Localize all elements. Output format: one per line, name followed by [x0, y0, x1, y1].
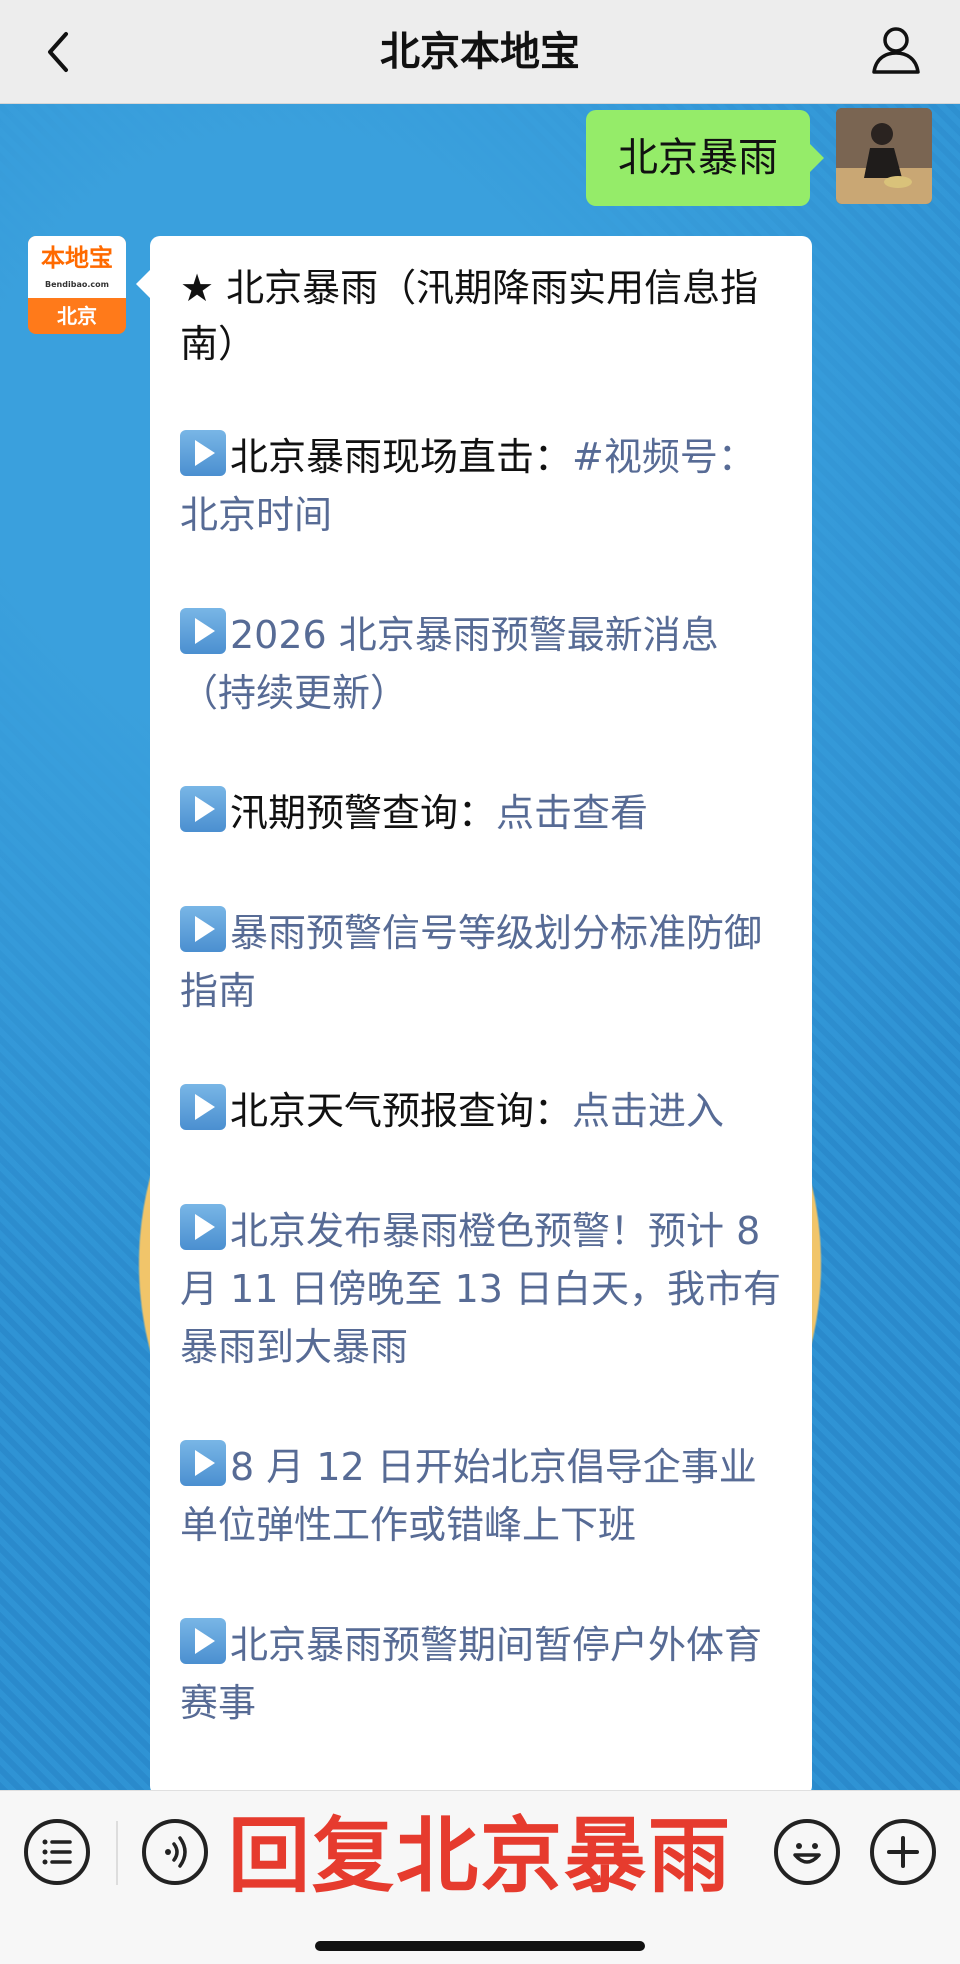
header-bar: 北京本地宝 [0, 0, 960, 104]
input-toolbar: 回复北京暴雨 [0, 1790, 960, 1964]
bot-avatar[interactable]: 本地宝 Bendibao.com 北京 [28, 236, 126, 334]
play-icon [180, 1084, 226, 1130]
list-item[interactable]: 北京发布暴雨橙色预警！预计 8 月 11 日傍晚至 13 日白天，我市有暴雨到大… [180, 1202, 782, 1376]
list-item[interactable]: 汛期预警查询：点击查看 [180, 784, 782, 842]
play-icon [180, 786, 226, 832]
play-icon [180, 430, 226, 476]
list-item[interactable]: 北京暴雨现场直击：#视频号：北京时间 [180, 428, 782, 544]
my-message-bubble[interactable]: 北京暴雨 [586, 110, 824, 206]
chat-area[interactable]: 北京暴雨 本地宝 Bendibao.com 北京 ★ 北京暴雨（汛期降雨实用信息指… [0, 104, 960, 1790]
play-icon [180, 1204, 226, 1250]
play-icon [180, 1440, 226, 1486]
toolbar-divider [116, 1821, 118, 1885]
item-link[interactable]: 2026 北京暴雨预警最新消息（持续更新） [180, 613, 719, 715]
reply-prompt-text: 回复北京暴雨 [228, 1809, 733, 1904]
profile-icon[interactable] [866, 20, 926, 80]
voice-icon[interactable] [142, 1819, 208, 1885]
page-title: 北京本地宝 [380, 29, 580, 75]
list-item[interactable]: 8 月 12 日开始北京倡导企事业单位弹性工作或错峰上下班 [180, 1438, 782, 1554]
message-title: ★ 北京暴雨（汛期降雨实用信息指南） [180, 266, 759, 366]
item-link[interactable]: 暴雨预警信号等级划分标准防御指南 [180, 911, 762, 1013]
my-avatar[interactable] [836, 108, 932, 204]
emoji-icon[interactable] [774, 1819, 840, 1885]
play-icon [180, 608, 226, 654]
bot-message-bubble: ★ 北京暴雨（汛期降雨实用信息指南） 北京暴雨现场直击：#视频号：北京时间 20… [136, 236, 812, 1790]
list-item[interactable]: 北京天气预报查询：点击进入 [180, 1082, 782, 1140]
item-prefix: 北京天气预报查询： [230, 1089, 573, 1133]
logo-text: 本地宝 [41, 244, 113, 272]
item-link[interactable]: 北京暴雨预警期间暂停户外体育赛事 [180, 1623, 762, 1725]
play-icon [180, 1618, 226, 1664]
item-prefix: 北京暴雨现场直击： [230, 435, 573, 479]
list-item[interactable]: 2026 北京暴雨预警最新消息（持续更新） [180, 606, 782, 722]
menu-list-icon[interactable] [24, 1819, 90, 1885]
item-prefix: 汛期预警查询： [230, 791, 497, 835]
logo-sub: Bendibao.com [45, 280, 109, 289]
item-link[interactable]: 点击进入 [572, 1089, 724, 1133]
item-link[interactable]: 北京发布暴雨橙色预警！预计 8 月 11 日傍晚至 13 日白天，我市有暴雨到大… [180, 1209, 781, 1369]
play-icon [180, 906, 226, 952]
item-link[interactable]: 8 月 12 日开始北京倡导企事业单位弹性工作或错峰上下班 [180, 1445, 757, 1547]
list-item[interactable]: 暴雨预警信号等级划分标准防御指南 [180, 904, 782, 1020]
avatar-city: 北京 [57, 304, 97, 328]
list-item[interactable]: 北京暴雨预警期间暂停户外体育赛事 [180, 1616, 782, 1732]
home-indicator [315, 1941, 645, 1951]
item-link[interactable]: 点击查看 [496, 791, 648, 835]
plus-icon[interactable] [870, 1819, 936, 1885]
